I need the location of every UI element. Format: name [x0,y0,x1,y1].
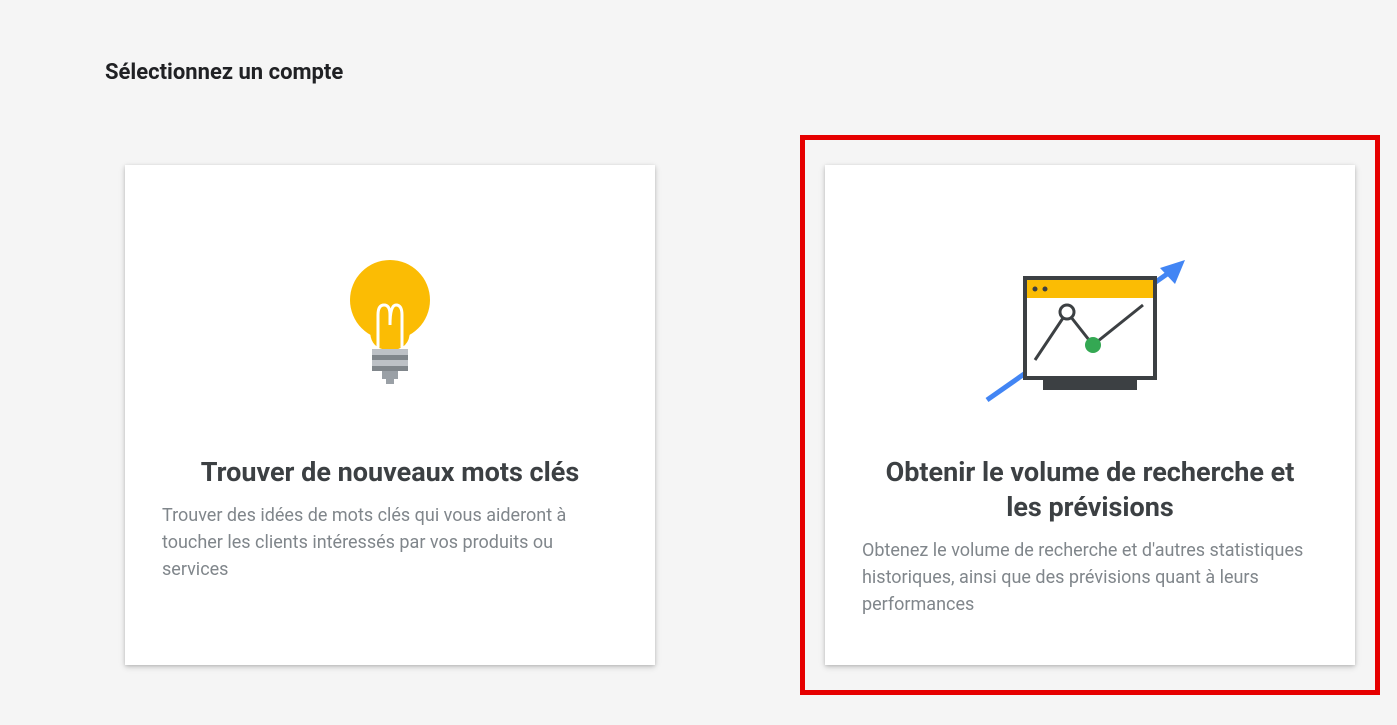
card-title: Obtenir le volume de recherche et les pr… [860,455,1320,525]
page-title: Sélectionnez un compte [105,60,1297,85]
card-description: Trouver des idées de mots clés qui vous … [160,502,620,583]
card-wrapper-search-volume: Obtenir le volume de recherche et les pr… [800,135,1380,695]
card-wrapper-find-keywords: Trouver de nouveaux mots clés Trouver de… [100,135,680,695]
card-search-volume[interactable]: Obtenir le volume de recherche et les pr… [825,165,1355,665]
lightbulb-icon [160,235,620,425]
card-title: Trouver de nouveaux mots clés [191,455,589,490]
cards-row: Trouver de nouveaux mots clés Trouver de… [100,135,1297,695]
chart-arrow-icon [860,235,1320,425]
card-description: Obtenez le volume de recherche et d'autr… [860,537,1320,618]
card-find-keywords[interactable]: Trouver de nouveaux mots clés Trouver de… [125,165,655,665]
